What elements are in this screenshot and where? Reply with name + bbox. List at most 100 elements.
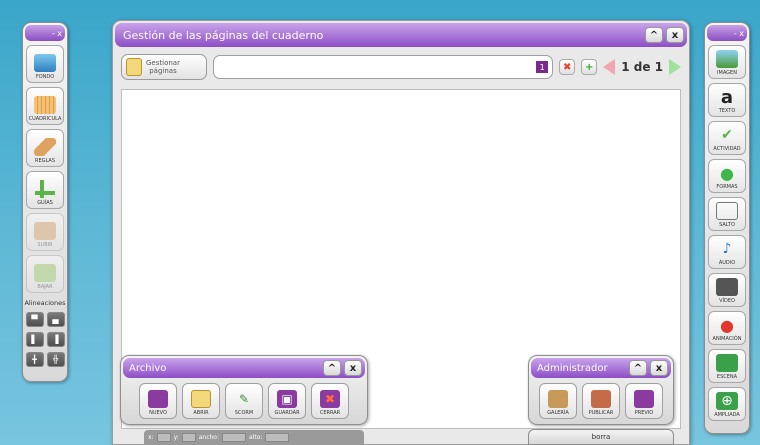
- move-up-button[interactable]: SUBIR: [26, 213, 64, 251]
- activity-button[interactable]: ✔ ACTIVIDAD: [708, 121, 746, 155]
- align-bottom-icon: ▄: [52, 315, 59, 324]
- close-icon: x: [655, 362, 663, 374]
- position-size-bar: x: y: ancho: alto:: [144, 430, 364, 445]
- width-label: ancho:: [198, 434, 219, 441]
- align-right-button[interactable]: ▐: [46, 332, 65, 347]
- manage-pages-label: Gestionar páginas: [146, 59, 180, 75]
- scene-button[interactable]: ESCENA: [708, 349, 746, 383]
- video-button[interactable]: VÍDEO: [708, 273, 746, 307]
- shapes-button[interactable]: ● FORMAS: [708, 159, 746, 193]
- align-top-button[interactable]: ▀: [25, 312, 44, 327]
- y-input[interactable]: [181, 433, 196, 442]
- right-toolbar-minimize-icon[interactable]: -: [734, 29, 737, 38]
- admin-close-button[interactable]: x: [650, 360, 668, 376]
- admin-panel: Administrador ^ x GALERÍA PUBLICAR PREVI…: [528, 355, 674, 425]
- scorm-icon: ✎: [238, 392, 250, 406]
- x-input[interactable]: [156, 433, 171, 442]
- borra-label: borra: [591, 433, 611, 441]
- align-center-h-button[interactable]: ╋: [25, 352, 44, 367]
- x-label: x:: [148, 434, 154, 441]
- close-icon: x: [671, 29, 679, 41]
- audio-button[interactable]: ♪ AUDIO: [708, 235, 746, 269]
- height-label: alto:: [249, 434, 263, 441]
- move-down-icon: [34, 264, 56, 282]
- alignment-row-2: ▌ ▐: [23, 332, 67, 347]
- align-bottom-button[interactable]: ▄: [46, 312, 65, 327]
- new-button[interactable]: NUEVO: [139, 383, 177, 419]
- align-left-button[interactable]: ▌: [25, 332, 44, 347]
- close-icon: x: [349, 362, 357, 374]
- left-toolbar-header[interactable]: - x: [25, 25, 65, 41]
- ruler-icon: [34, 138, 56, 156]
- archivo-panel: Archivo ^ x NUEVO ABRIR ✎ SCORM ▣ GUARDA…: [120, 355, 368, 425]
- preview-button[interactable]: PREVIO: [625, 383, 663, 419]
- page-thumbnails-strip[interactable]: 1: [213, 55, 554, 79]
- alignment-row-1: ▀ ▄: [23, 312, 67, 327]
- archivo-buttons: NUEVO ABRIR ✎ SCORM ▣ GUARDAR ✖ CERRAR: [121, 383, 367, 419]
- open-icon: [191, 390, 211, 408]
- move-up-icon: [34, 222, 56, 240]
- y-label: y:: [173, 434, 179, 441]
- archivo-close-button[interactable]: x: [344, 360, 362, 376]
- manage-pages-button[interactable]: Gestionar páginas: [121, 54, 207, 80]
- guides-button[interactable]: GUÍAS: [26, 171, 64, 209]
- open-button[interactable]: ABRIR: [182, 383, 220, 419]
- animation-button[interactable]: ● ANIMACIÓN: [708, 311, 746, 345]
- guides-icon: [34, 180, 56, 198]
- activity-icon: ✔: [721, 127, 733, 143]
- page-badge[interactable]: 1: [536, 61, 549, 73]
- jump-button[interactable]: SALTO: [708, 197, 746, 231]
- align-center-v-button[interactable]: ╬: [46, 352, 65, 367]
- right-toolbar-close-icon[interactable]: x: [739, 29, 744, 38]
- save-button[interactable]: ▣ GUARDAR: [268, 383, 306, 419]
- align-center-h-icon: ╋: [32, 355, 37, 364]
- scorm-button[interactable]: ✎ SCORM: [225, 383, 263, 419]
- archivo-panel-controls: ^ x: [323, 360, 365, 376]
- rulers-button[interactable]: REGLAS: [26, 129, 64, 167]
- archivo-panel-title: Archivo: [129, 362, 167, 374]
- grid-button[interactable]: CUADRICULA: [26, 87, 64, 125]
- next-page-icon[interactable]: [669, 59, 681, 75]
- delete-page-button[interactable]: ✖: [559, 59, 576, 75]
- admin-panel-controls: ^ x: [629, 360, 671, 376]
- zoom-button[interactable]: ⊕ AMPLIADA: [708, 387, 746, 421]
- window-title: Gestión de las páginas del cuaderno: [123, 28, 324, 42]
- gallery-icon: [548, 390, 568, 408]
- shapes-icon: ●: [720, 163, 734, 183]
- move-down-button[interactable]: BAJAR: [26, 255, 64, 293]
- save-icon: ▣: [277, 390, 297, 408]
- jump-icon: [716, 202, 738, 220]
- previous-page-icon[interactable]: [603, 59, 616, 75]
- add-page-button[interactable]: +: [581, 59, 598, 75]
- folder-icon: [126, 58, 142, 76]
- left-toolbar-close-icon[interactable]: x: [57, 29, 62, 38]
- pages-manager-titlebar: Gestión de las páginas del cuaderno ^ x: [115, 23, 687, 47]
- alignment-row-3: ╋ ╬: [23, 352, 67, 367]
- left-toolbar: - x FONDO CUADRICULA REGLAS GUÍAS SUBIR …: [22, 22, 68, 382]
- animation-icon: ●: [720, 315, 734, 335]
- gallery-button[interactable]: GALERÍA: [539, 383, 577, 419]
- align-left-icon: ▌: [31, 335, 38, 344]
- left-toolbar-minimize-icon[interactable]: -: [52, 29, 55, 38]
- collapse-button[interactable]: ^: [645, 27, 663, 43]
- image-button[interactable]: IMAGEN: [708, 45, 746, 79]
- close-button[interactable]: x: [666, 27, 684, 43]
- pages-toolbar: Gestionar páginas 1 ✖ + 1 de 1: [121, 53, 681, 81]
- chevron-up-icon: ^: [327, 362, 337, 374]
- zoom-icon: ⊕: [716, 392, 738, 410]
- admin-collapse-button[interactable]: ^: [629, 360, 647, 376]
- publish-button[interactable]: PUBLICAR: [582, 383, 620, 419]
- scene-icon: [716, 354, 738, 372]
- width-input[interactable]: [222, 433, 246, 442]
- height-input[interactable]: [265, 433, 290, 442]
- right-toolbar-header[interactable]: - x: [707, 25, 747, 41]
- archivo-collapse-button[interactable]: ^: [323, 360, 341, 376]
- delete-icon: ✖: [563, 61, 572, 73]
- admin-buttons: GALERÍA PUBLICAR PREVIO: [529, 383, 673, 419]
- borra-bar[interactable]: borra: [528, 429, 674, 445]
- text-button[interactable]: a TEXTO: [708, 83, 746, 117]
- chevron-up-icon: ^: [633, 362, 643, 374]
- image-icon: [716, 50, 738, 68]
- background-button[interactable]: FONDO: [26, 45, 64, 83]
- close-file-button[interactable]: ✖ CERRAR: [311, 383, 349, 419]
